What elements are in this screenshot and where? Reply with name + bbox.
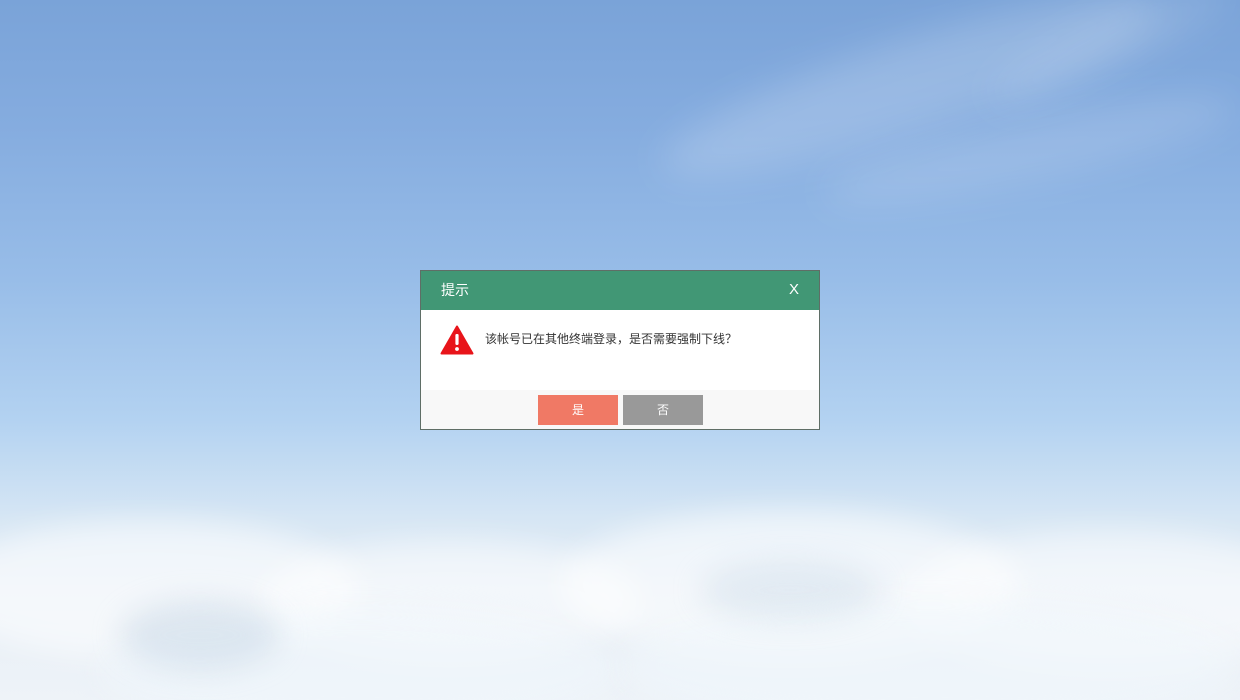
confirm-dialog: 提示 X 该帐号已在其他终端登录，是否需要强制下线？ 是 否 <box>420 270 820 430</box>
dialog-message: 该帐号已在其他终端登录，是否需要强制下线？ <box>485 332 738 346</box>
warning-icon <box>440 325 474 355</box>
cloud-shadow <box>700 560 880 620</box>
dialog-body: 该帐号已在其他终端登录，是否需要强制下线？ <box>421 310 819 390</box>
close-button[interactable]: X <box>789 280 799 300</box>
yes-button[interactable]: 是 <box>538 395 618 425</box>
dialog-footer: 是 否 <box>421 390 819 429</box>
cloud-shadow <box>120 600 280 670</box>
no-button[interactable]: 否 <box>623 395 703 425</box>
dialog-header: 提示 X <box>421 271 819 310</box>
dialog-title: 提示 <box>441 283 469 299</box>
